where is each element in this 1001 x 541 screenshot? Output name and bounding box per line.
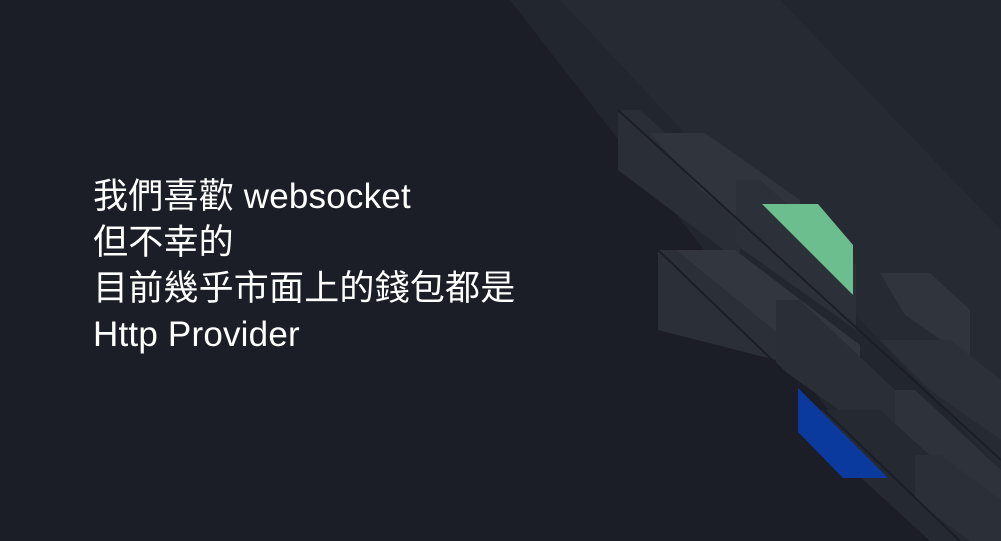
text-line-4: Http Provider	[93, 315, 300, 354]
text-line-3: 目前幾乎市面上的錢包都是	[93, 269, 516, 308]
slide-body-text: 我們喜歡 websocket 但不幸的 目前幾乎市面上的錢包都是 Http Pr…	[93, 174, 693, 358]
text-line-1: 我們喜歡 websocket	[93, 177, 411, 216]
text-line-2: 但不幸的	[93, 223, 234, 262]
slide: 我們喜歡 websocket 但不幸的 目前幾乎市面上的錢包都是 Http Pr…	[0, 0, 1001, 541]
